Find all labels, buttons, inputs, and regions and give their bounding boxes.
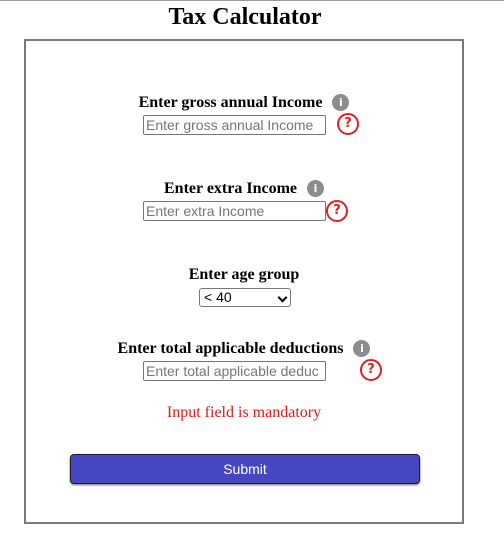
chevron-down-icon <box>277 292 288 303</box>
deductions-label: Enter total applicable deductions <box>117 340 344 357</box>
question-icon[interactable]: ? <box>337 113 359 135</box>
info-icon[interactable]: i <box>353 340 371 357</box>
info-icon[interactable]: i <box>307 180 324 197</box>
age-group-select[interactable]: < 40 <box>199 288 291 307</box>
gross-income-input[interactable]: Enter gross annual Income <box>143 115 326 135</box>
deductions-label-row: Enter total applicable deductions i <box>26 339 462 359</box>
deductions-input[interactable]: Enter total applicable deduc <box>143 361 326 381</box>
error-message: Input field is mandatory <box>166 404 322 421</box>
top-divider <box>0 0 504 1</box>
page-title: Tax Calculator <box>168 4 322 30</box>
tax-form: Enter gross annual Income i Enter gross a… <box>24 39 464 524</box>
extra-income-label: Enter extra Income <box>164 180 297 197</box>
extra-income-input[interactable]: Enter extra Income <box>143 201 326 221</box>
info-icon[interactable]: i <box>332 94 350 111</box>
extra-income-label-row: Enter extra Income i <box>26 179 462 199</box>
question-icon[interactable]: ? <box>326 200 348 222</box>
submit-button[interactable]: Submit <box>70 454 420 484</box>
age-group-label: Enter age group <box>188 266 300 283</box>
question-icon[interactable]: ? <box>360 359 382 381</box>
age-group-label-row: Enter age group <box>26 265 462 285</box>
gross-income-label: Enter gross annual Income <box>138 94 323 111</box>
gross-income-label-row: Enter gross annual Income i <box>26 93 462 113</box>
age-group-value: < 40 <box>204 289 232 305</box>
